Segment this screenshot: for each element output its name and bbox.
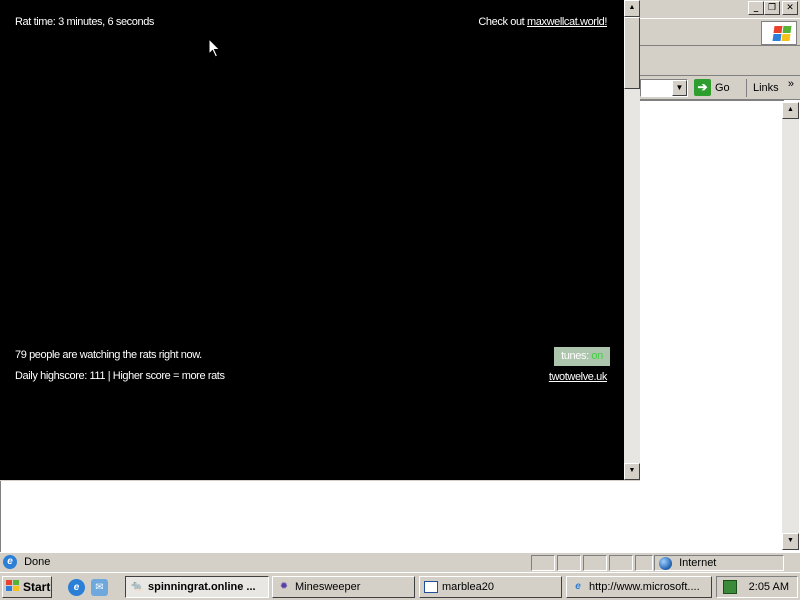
- rat-popup-window: Rat time: 3 minutes, 6 seconds Check out…: [0, 0, 640, 481]
- minesweeper-icon: ✹: [279, 581, 289, 592]
- go-button[interactable]: ➔ Go: [694, 79, 740, 97]
- task-label: marblea20: [442, 581, 494, 593]
- status-panel: [609, 555, 633, 571]
- task-label: spinningrat.online ...: [148, 581, 256, 593]
- tray-app-icon[interactable]: [723, 580, 737, 594]
- status-panel: [557, 555, 581, 571]
- close-button[interactable]: ✕: [782, 1, 798, 15]
- tunes-label: tunes:: [561, 350, 592, 362]
- zone-text: Internet: [679, 557, 717, 569]
- popup-scroll-up-button[interactable]: ▲: [624, 0, 640, 17]
- ie-vertical-scrollbar[interactable]: ▲ ▼: [782, 102, 799, 550]
- chevron-right-icon: »: [787, 78, 794, 90]
- windows-start-icon: [6, 580, 20, 593]
- tunes-toggle[interactable]: tunes: on: [554, 347, 610, 366]
- go-arrow-icon: ➔: [694, 79, 711, 96]
- rat-page-content[interactable]: Rat time: 3 minutes, 6 seconds Check out…: [0, 0, 624, 480]
- links-label: Links: [753, 82, 779, 94]
- address-dropdown-button[interactable]: ▼: [672, 80, 687, 96]
- highscore-text: Daily highscore: 111 | Higher score = mo…: [15, 370, 225, 382]
- status-panel: [635, 555, 653, 571]
- scroll-up-button[interactable]: ▲: [782, 102, 799, 119]
- credit-text: twotwelve.uk: [549, 371, 608, 383]
- tunes-state: on: [591, 350, 603, 362]
- twotwelve-link[interactable]: twotwelve.uk: [549, 371, 608, 383]
- task-label: http://www.microsoft....: [589, 581, 700, 593]
- checkout-text: Check out maxwellcat.world!: [478, 16, 607, 28]
- rat-page-icon: 🐀: [130, 581, 144, 592]
- rat-time-text: Rat time: 3 minutes, 6 seconds: [15, 16, 155, 28]
- security-zone-cell: Internet: [654, 555, 784, 571]
- task-button-spinningrat[interactable]: 🐀 spinningrat.online ...: [125, 576, 269, 598]
- ie-page-icon: e: [3, 555, 17, 570]
- start-button[interactable]: Start: [2, 576, 52, 598]
- popup-scroll-thumb[interactable]: [624, 17, 640, 89]
- popup-scroll-down-button[interactable]: ▼: [624, 463, 640, 480]
- task-label: Minesweeper: [295, 581, 361, 593]
- ie-status-bar: e Done Internet: [0, 552, 800, 572]
- task-button-minesweeper[interactable]: ✹ Minesweeper: [272, 576, 415, 598]
- task-button-marblea20[interactable]: marblea20: [419, 576, 562, 598]
- task-button-microsoft[interactable]: e http://www.microsoft....: [566, 576, 712, 598]
- links-button[interactable]: Links »: [746, 78, 798, 97]
- quick-launch-outlook-icon[interactable]: ✉: [91, 579, 108, 596]
- go-label: Go: [715, 82, 730, 94]
- popup-vertical-scrollbar[interactable]: ▲ ▼: [624, 0, 640, 480]
- scroll-down-button[interactable]: ▼: [782, 533, 799, 550]
- status-panel: [583, 555, 607, 571]
- address-input[interactable]: ▼: [640, 79, 688, 97]
- taskbar: Start e ✉ 🐀 spinningrat.online ... ✹ Min…: [0, 572, 800, 600]
- mouse-cursor-icon: [208, 38, 221, 58]
- maxwellcat-link[interactable]: maxwellcat.world!: [527, 16, 607, 28]
- taskbar-clock[interactable]: 2:05 AM: [749, 577, 789, 597]
- globe-icon: [659, 556, 672, 570]
- watchers-count-text: 79 people are watching the rats right no…: [15, 349, 202, 361]
- checkout-prefix: Check out: [478, 16, 527, 28]
- quick-launch-ie-icon[interactable]: e: [68, 579, 85, 596]
- windows-logo-icon: [761, 21, 797, 45]
- status-text-cell: e Done: [0, 555, 530, 571]
- system-tray: 2:05 AM: [716, 576, 798, 598]
- status-text: Done: [24, 556, 51, 568]
- status-panel: [531, 555, 555, 571]
- window-icon: [424, 581, 438, 593]
- ie-icon: e: [575, 581, 581, 592]
- start-label: Start: [23, 580, 51, 594]
- minimize-button[interactable]: _: [748, 1, 764, 15]
- restore-button[interactable]: ❐: [764, 1, 780, 15]
